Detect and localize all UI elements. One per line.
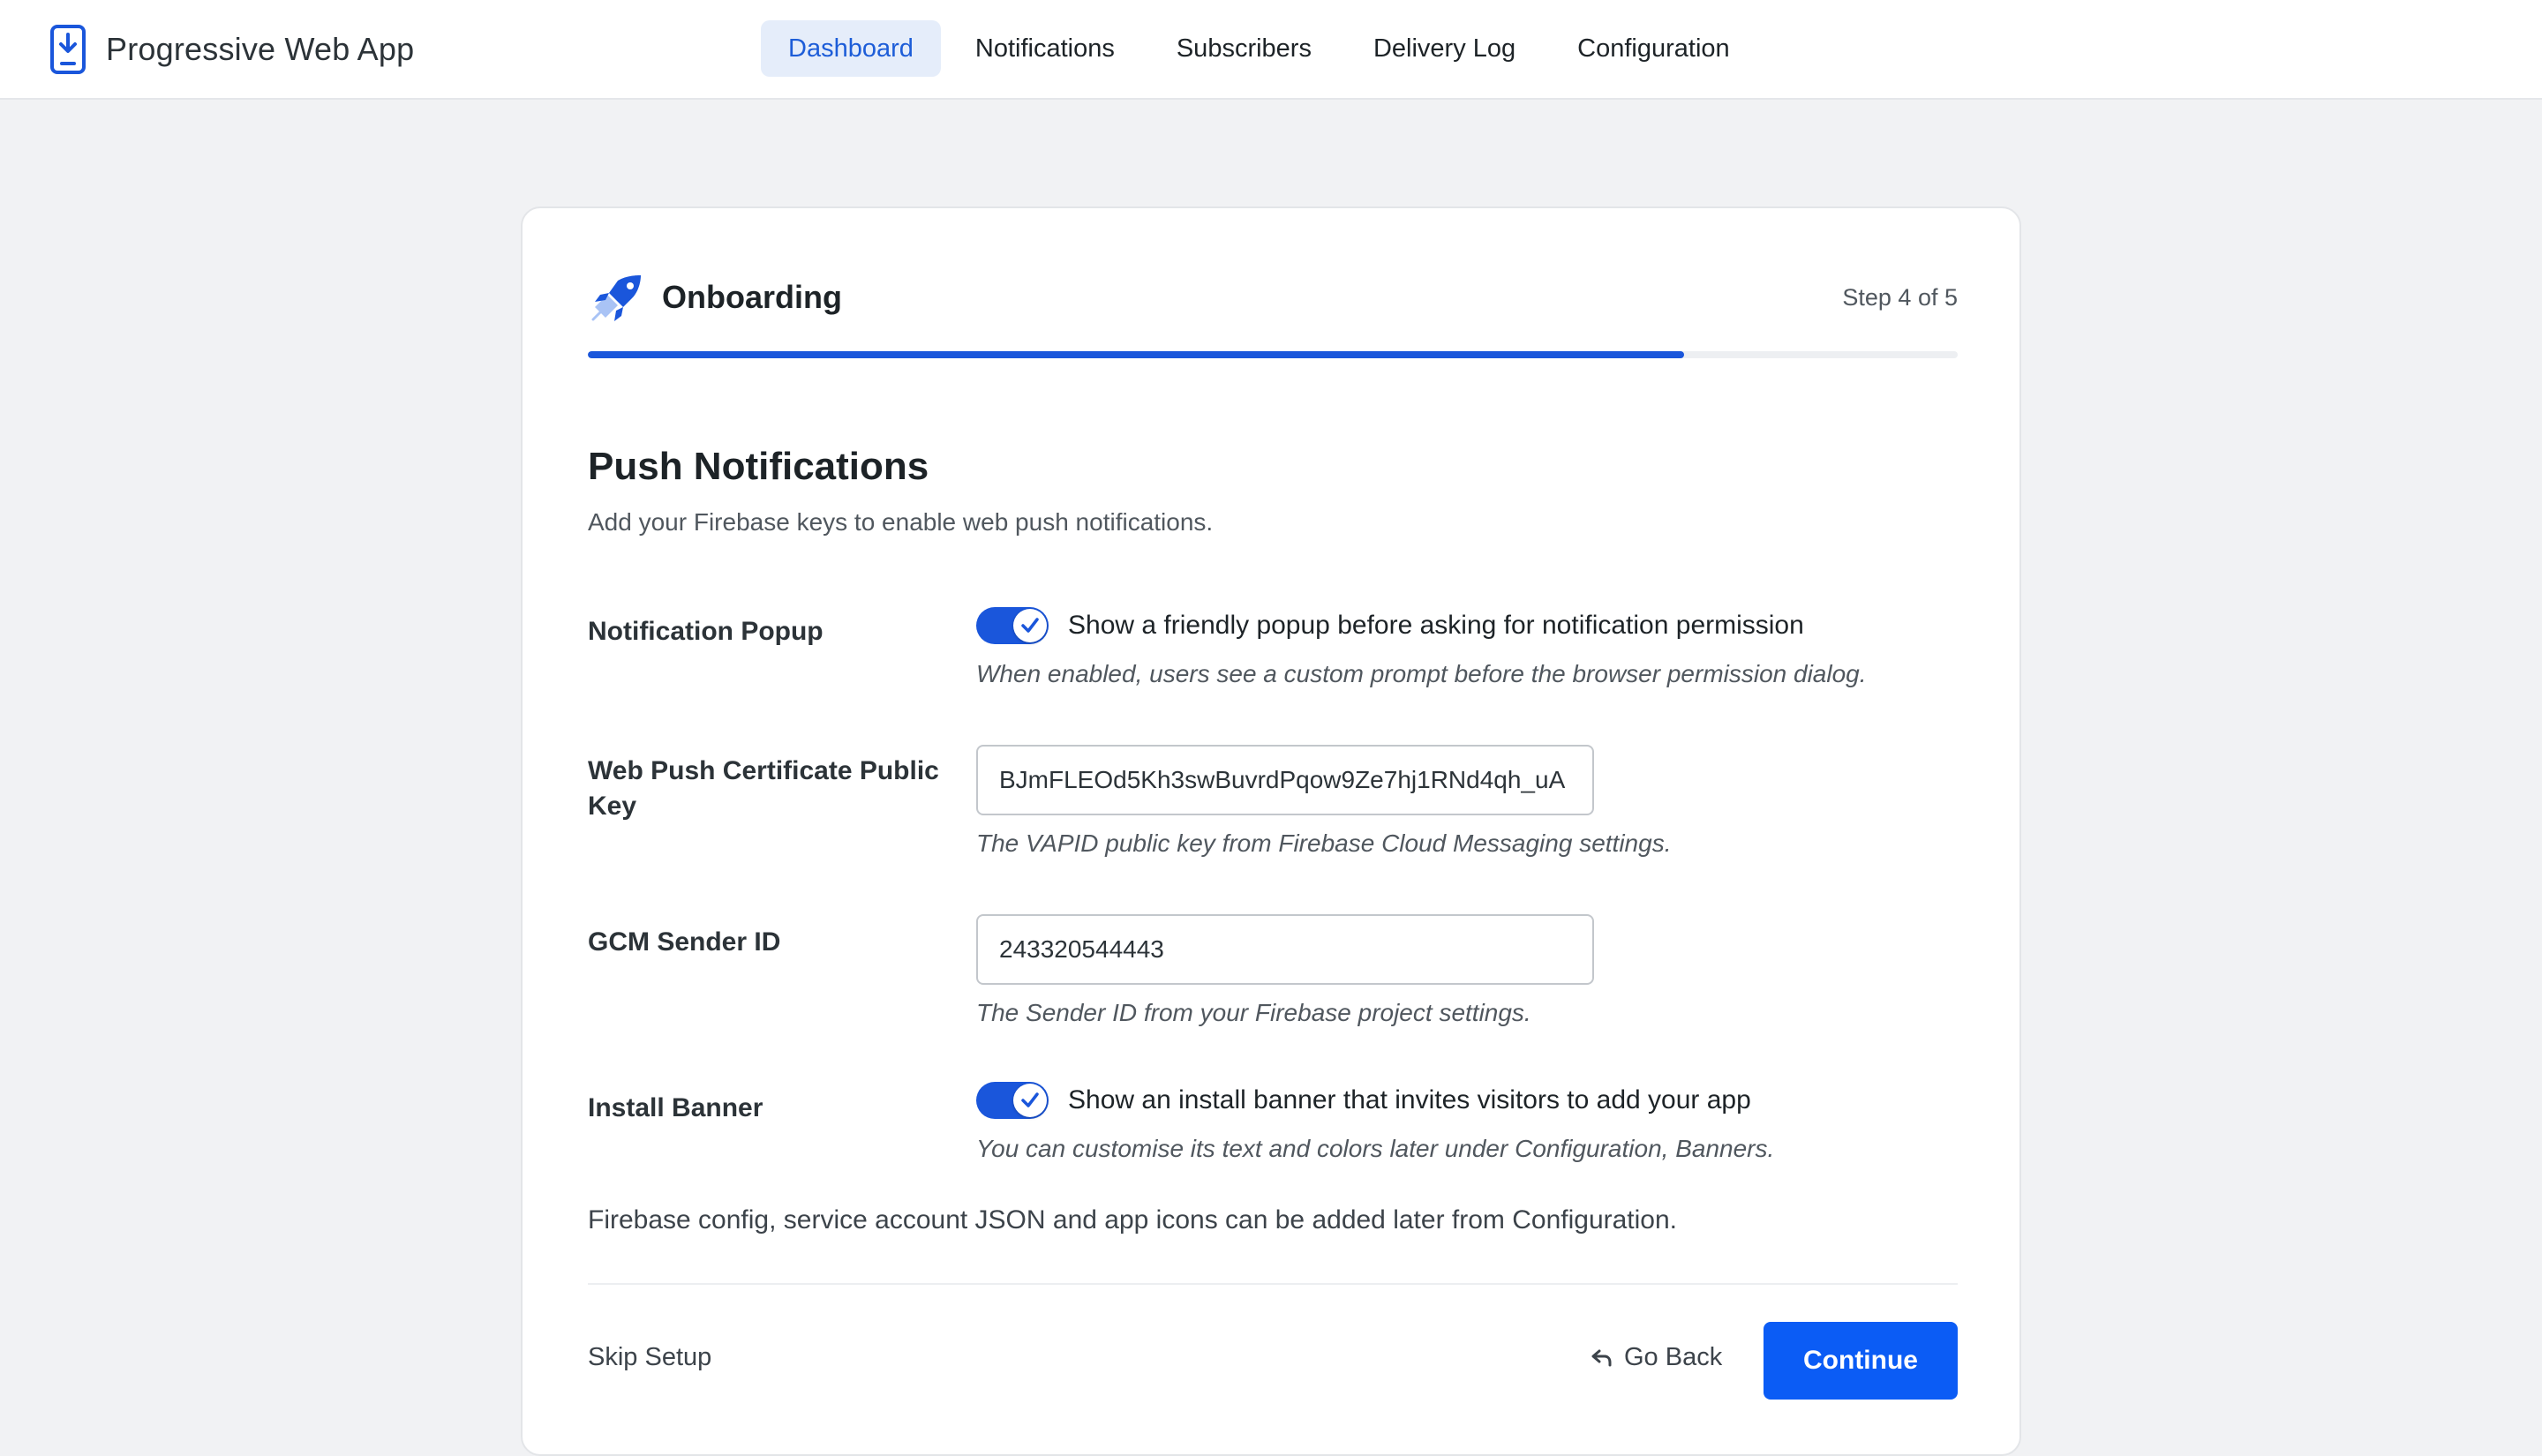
nav-dashboard[interactable]: Dashboard [761,20,941,77]
app-name: Progressive Web App [106,31,415,67]
public-key-input[interactable] [976,745,1594,815]
phone-download-icon [50,25,86,74]
brand[interactable]: Progressive Web App [49,23,414,76]
install-banner-help: You can customise its text and colors la… [976,1135,1775,1162]
sender-id-control: The Sender ID from your Firebase project… [976,914,1594,1027]
notification-popup-label: Notification Popup [588,617,824,646]
rocket-icon [591,275,641,321]
onboarding-card: Onboarding Step 4 of 5 Push Notification… [521,206,2021,1456]
onboarding-progress-bar [588,351,1958,358]
checkmark-icon [1021,618,1039,633]
sender-id-help: The Sender ID from your Firebase project… [976,999,1531,1026]
notification-popup-control: Show a friendly popup before asking for … [976,605,1867,688]
public-key-help: The VAPID public key from Firebase Cloud… [976,829,1672,857]
public-key-label: Web Push Certificate Public Key [588,756,939,821]
public-key-control: The VAPID public key from Firebase Cloud… [976,745,1671,858]
install-banner-toggle-text: Show an install banner that invites visi… [1068,1085,1751,1115]
section-subtitle: Add your Firebase keys to enable web pus… [588,508,1214,536]
nav-notifications[interactable]: Notifications [948,20,1142,77]
install-banner-toggle[interactable] [976,1082,1049,1119]
onboarding-header: Onboarding Step 4 of 5 [588,272,1958,325]
section-title: Push Notifications [588,445,929,488]
nav-configuration[interactable]: Configuration [1550,20,1757,77]
sender-id-input[interactable] [976,914,1594,985]
onboarding-title: Onboarding [662,279,842,315]
step-indicator: Step 4 of 5 [1842,284,1958,311]
install-banner-control: Show an install banner that invites visi… [976,1080,1774,1163]
notification-popup-toggle[interactable] [976,607,1049,644]
nav-delivery-log[interactable]: Delivery Log [1346,20,1543,77]
firebase-config-note: Firebase config, service account JSON an… [588,1205,1678,1235]
toggle-knob [1013,1084,1047,1117]
go-back-button[interactable]: Go Back [1591,1343,1722,1372]
back-arrow-icon [1591,1349,1612,1366]
notification-popup-help: When enabled, users see a custom prompt … [976,660,1867,687]
skip-setup-link[interactable]: Skip Setup [588,1343,711,1372]
top-bar: Progressive Web App Dashboard Notificati… [0,0,2542,100]
notification-popup-toggle-text: Show a friendly popup before asking for … [1068,611,1804,640]
progress-fill [588,351,1684,358]
checkmark-icon [1021,1092,1039,1107]
footer-divider [588,1283,1958,1285]
toggle-knob [1013,609,1047,642]
continue-button[interactable]: Continue [1764,1322,1958,1400]
install-banner-label: Install Banner [588,1093,763,1122]
nav-subscribers[interactable]: Subscribers [1149,20,1339,77]
main-nav: Dashboard Notifications Subscribers Deli… [761,20,1764,77]
go-back-label: Go Back [1624,1343,1723,1371]
sender-id-label: GCM Sender ID [588,927,781,957]
